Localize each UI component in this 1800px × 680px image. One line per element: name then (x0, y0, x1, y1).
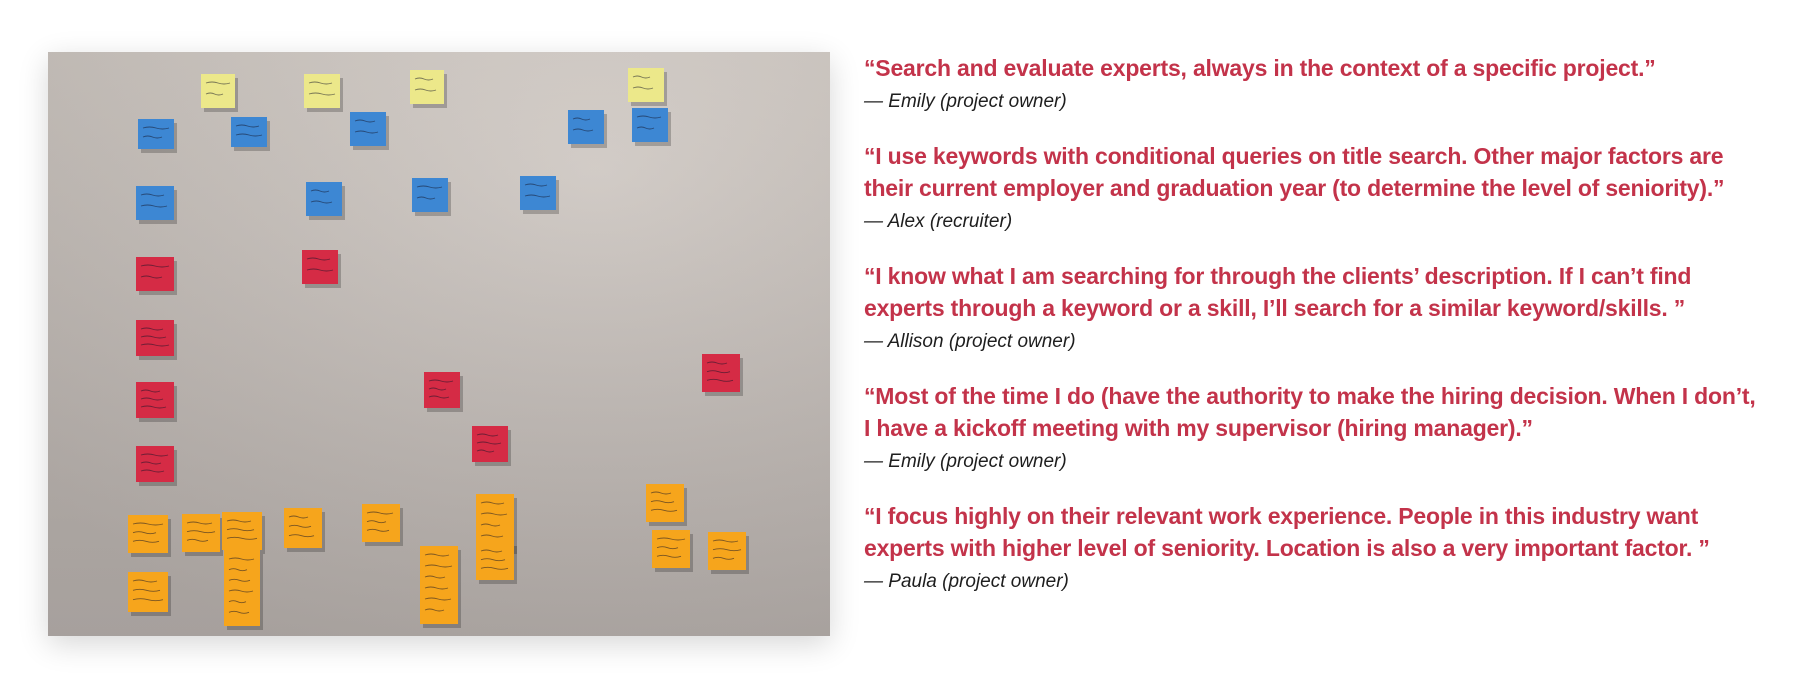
sticky-note-paper (182, 514, 220, 552)
quotes-list: “Search and evaluate experts, always in … (864, 52, 1764, 620)
sticky-note-orange: Update SFDC (476, 542, 517, 584)
sticky-note-red: Identified these Proposal process (136, 446, 177, 486)
sticky-note-paper (632, 108, 668, 142)
sticky-note-yellow: Phase 3: Engagement (628, 68, 667, 106)
sticky-note-paper (128, 572, 168, 612)
sticky-note-paper (304, 74, 340, 108)
quote-4: “Most of the time I do (have the authori… (864, 380, 1764, 474)
sticky-note-orange: CL process Response (652, 530, 693, 572)
sticky-note-paper (520, 176, 556, 210)
sticky-note-paper (136, 320, 174, 356)
quote-1: “Search and evaluate experts, always in … (864, 52, 1764, 114)
quote-text: “Search and evaluate experts, always in … (864, 55, 1656, 81)
sticky-note-paper (231, 117, 267, 147)
quote-author: — Allison (project owner) (864, 331, 1076, 352)
sticky-note-orange: Compliance (224, 550, 263, 630)
sticky-note-paper (476, 542, 514, 580)
sticky-note-paper (412, 178, 448, 212)
sticky-note-blue: Expert (136, 186, 177, 224)
sticky-note-yellow: Process Initiation (201, 74, 238, 112)
quote-text: “I know what I am searching for through … (864, 263, 1692, 321)
sticky-note-paper (568, 110, 604, 144)
sticky-note-board: Process Initiation Phase 1: Proposal Phase… (48, 52, 830, 636)
sticky-note-paper (222, 512, 262, 550)
sticky-note-red: Review the & Relevancy (424, 372, 463, 412)
sticky-note-red: CT Rubric (136, 257, 177, 295)
sticky-note-paper (410, 70, 444, 104)
sticky-note-paper (224, 550, 260, 626)
sticky-note-yellow: Phase 1: Proposal (304, 74, 343, 112)
sticky-note-orange: Send info to CL (646, 484, 687, 526)
sticky-note-blue: Demand request a draft (231, 117, 270, 151)
sticky-note-yellow: Phase 2: Work Checkpoint Process (410, 70, 447, 108)
sticky-note-orange: CT APL (128, 515, 171, 557)
sticky-note-orange: Send Proposal (362, 504, 403, 546)
sticky-note-paper (646, 484, 684, 522)
sticky-note-paper (472, 426, 508, 462)
sticky-note-red: Urgent (302, 250, 341, 288)
sticky-note-orange: Inform CT Rubric (284, 508, 325, 552)
quote-2: “I use keywords with conditional queries… (864, 140, 1764, 234)
quote-author: — Emily (project owner) (864, 451, 1067, 472)
quote-text: “Most of the time I do (have the authori… (864, 383, 1756, 441)
sticky-note-paper (136, 257, 174, 291)
quote-5: “I focus highly on their relevant work e… (864, 500, 1764, 594)
sticky-note-paper (420, 546, 458, 624)
sticky-note-paper (306, 182, 342, 216)
sticky-note-red: Launch (136, 320, 177, 360)
sticky-note-paper (702, 354, 740, 392)
sticky-note-paper (302, 250, 338, 284)
sticky-note-red: Personal check for CL Checklist (472, 426, 511, 466)
quote-text: “I use keywords with conditional queries… (864, 143, 1725, 201)
quote-text: “I focus highly on their relevant work e… (864, 503, 1710, 561)
sticky-note-paper (136, 186, 174, 220)
sticky-note-orange: Expert is in CL Survey (222, 512, 265, 554)
sticky-note-paper (708, 532, 746, 570)
sticky-note-paper (138, 119, 174, 149)
sticky-note-blue: Sign the Contract of the Rates (520, 176, 559, 214)
sticky-note-blue: Submit Proposal (306, 182, 345, 220)
sticky-note-orange (128, 572, 171, 616)
sticky-note-board-photo: Process Initiation Phase 1: Proposal Phase… (48, 52, 830, 636)
sticky-note-blue: Sign the Contract (568, 110, 607, 148)
sticky-note-paper (128, 515, 168, 553)
quote-author: — Paula (project owner) (864, 571, 1069, 592)
sticky-note-orange: Answer in compliance (182, 514, 223, 556)
sticky-note-paper (628, 68, 664, 102)
sticky-note-red: Verified by Email (702, 354, 743, 396)
quote-author: — Emily (project owner) (864, 91, 1067, 112)
quote-author: — Alex (recruiter) (864, 211, 1013, 232)
sticky-note-paper (284, 508, 322, 548)
sticky-note-red: Doc (136, 382, 177, 422)
sticky-note-orange: Send Onboarding (420, 546, 461, 628)
quote-3: “I know what I am searching for through … (864, 260, 1764, 354)
sticky-note-blue: Reach the Project Conditio (632, 108, 671, 146)
sticky-note-blue: Generate short list (412, 178, 451, 216)
sticky-note-blue: Agreement (138, 119, 177, 153)
sticky-note-paper (350, 112, 386, 146)
sticky-note-orange: CL Provides Onboarding (708, 532, 749, 574)
sticky-note-blue: Assign Dispersal (350, 112, 389, 150)
sticky-note-paper (201, 74, 235, 108)
